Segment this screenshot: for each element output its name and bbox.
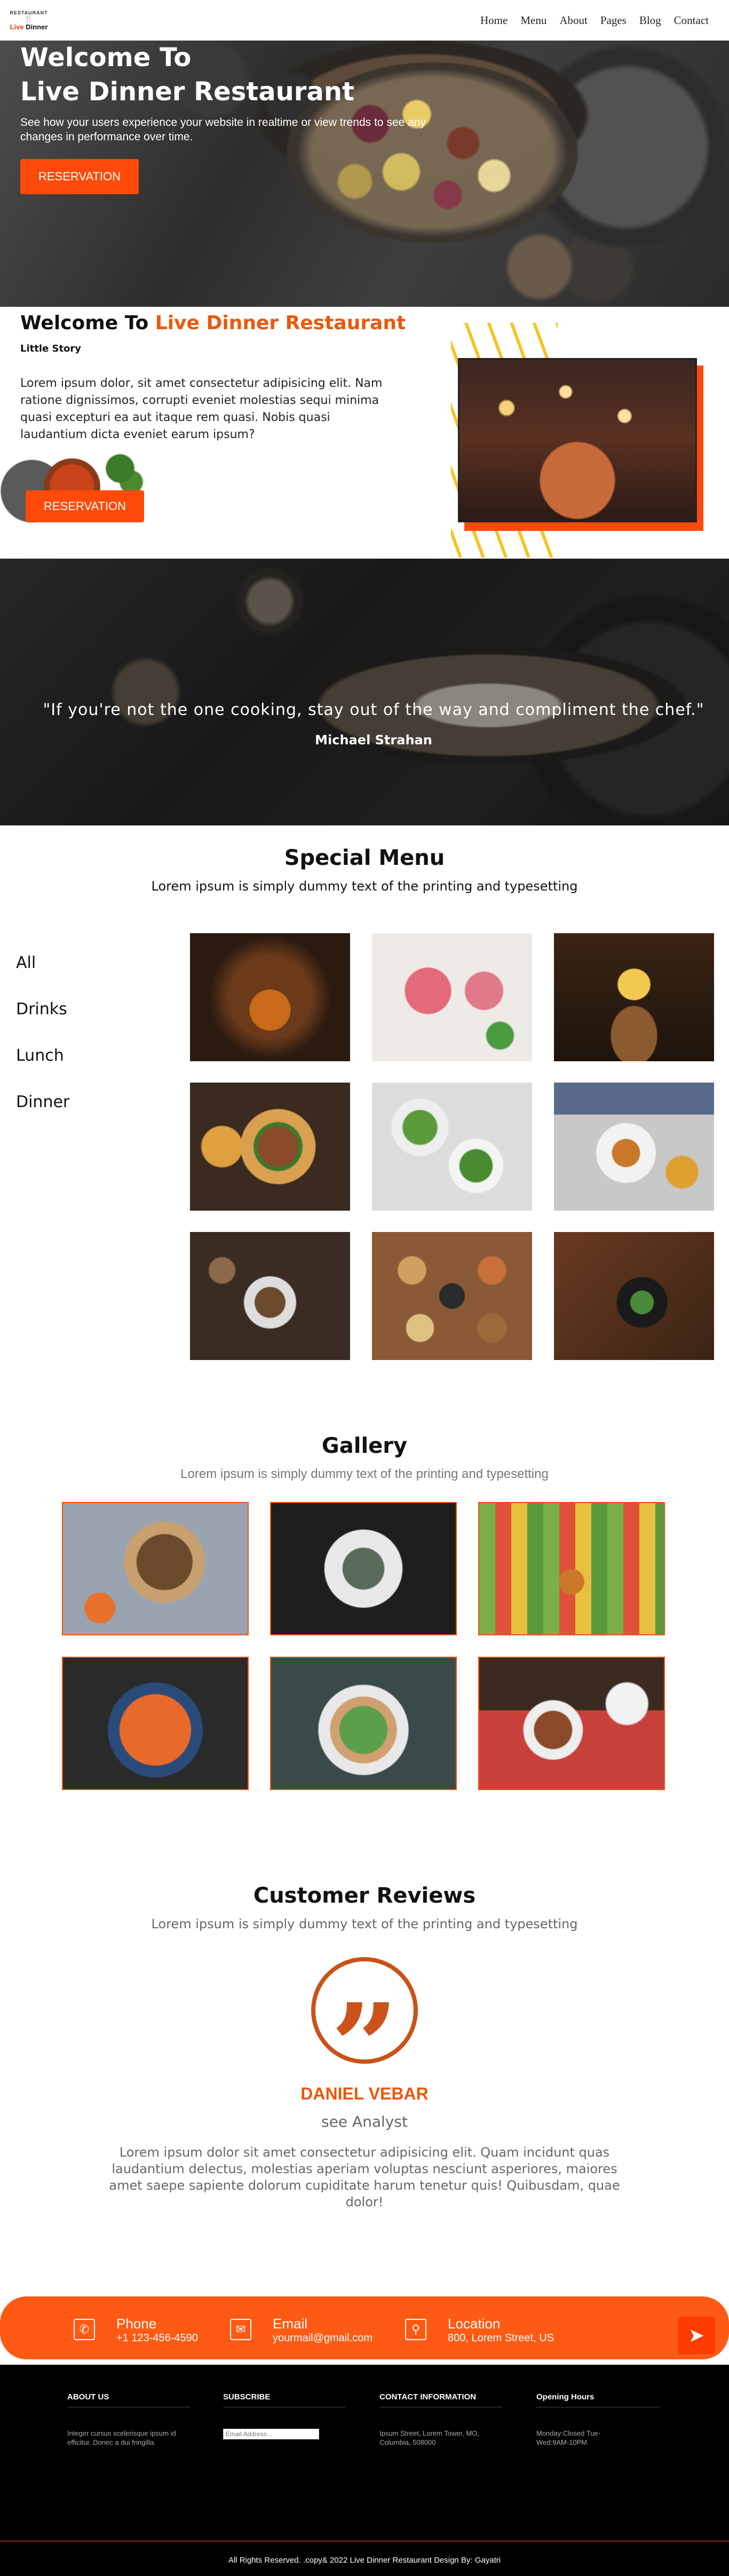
navbar: RESTAURANT 🍴 Live Dinner Home Menu About… — [0, 0, 729, 41]
phone-title: Phone — [116, 2316, 157, 2332]
special-menu-section: Special Menu Lorem ipsum is simply dummy… — [0, 825, 729, 1402]
restaurant-interior-image — [458, 358, 697, 522]
welcome-reservation-button[interactable]: RESERVATION — [26, 490, 145, 522]
menu-item-image[interactable] — [190, 933, 350, 1061]
contact-location[interactable]: ⚲ Location 800, Lorem Street, US — [405, 2316, 554, 2344]
location-title: Location — [448, 2316, 501, 2332]
footer-about-title: ABOUT US — [67, 2392, 109, 2402]
review-text: Lorem ipsum dolor sit amet consectetur a… — [109, 2145, 620, 2209]
footer-subscribe: SUBSCRIBE — [223, 2392, 346, 2439]
category-dinner[interactable]: Dinner — [16, 1093, 69, 1111]
menu-item-image[interactable] — [554, 1083, 714, 1211]
reviewer-name: DANIEL VEBAR — [300, 2084, 429, 2103]
footer-hours-text: Monday:Closed Tue-Wed:9AM-10PM — [536, 2429, 600, 2446]
nav-menu[interactable]: Menu — [520, 14, 546, 27]
email-icon: ✉ — [230, 2319, 251, 2340]
phone-icon: ✆ — [74, 2319, 95, 2340]
footer-contact-title: CONTACT INFORMATION — [379, 2392, 477, 2402]
reviews-subtitle: Lorem ipsum is simply dummy text of the … — [151, 1917, 578, 1931]
menu-item-image[interactable] — [190, 1083, 350, 1211]
special-menu-subtitle: Lorem ipsum is simply dummy text of the … — [151, 879, 578, 894]
welcome-section: Welcome To Live Dinner Restaurant Little… — [0, 307, 729, 559]
special-menu-title: Special Menu — [284, 846, 445, 870]
nav-contact[interactable]: Contact — [674, 14, 709, 27]
logo[interactable]: RESTAURANT 🍴 Live Dinner — [7, 4, 50, 37]
logo-brand: Live Dinner — [10, 22, 48, 31]
quote-section: "If you're not the one cooking, stay out… — [0, 559, 729, 825]
menu-item-image[interactable] — [372, 1083, 532, 1211]
gallery-image[interactable] — [270, 1657, 457, 1790]
logo-arc-text: RESTAURANT — [10, 10, 48, 15]
nav-blog[interactable]: Blog — [639, 14, 661, 27]
welcome-title: Welcome To Live Dinner Restaurant — [20, 312, 406, 334]
reviewer-role: see Analyst — [321, 2113, 408, 2130]
nav-pages[interactable]: Pages — [600, 14, 627, 27]
copyright-text: All Rights Reserved. .copy& 2022 Live Di… — [228, 2556, 501, 2565]
phone-value: +1 123-456-4590 — [116, 2332, 198, 2344]
location-icon: ⚲ — [405, 2319, 426, 2340]
hero-section: Welcome To Live Dinner Restaurant See ho… — [0, 41, 729, 307]
menu-grid — [190, 933, 714, 1360]
category-all[interactable]: All — [16, 953, 69, 972]
subscribe-email-input[interactable] — [223, 2429, 319, 2439]
category-lunch[interactable]: Lunch — [16, 1046, 69, 1065]
menu-item-image[interactable] — [372, 933, 532, 1061]
menu-item-image[interactable] — [554, 1232, 714, 1360]
gallery-section: Gallery Lorem ipsum is simply dummy text… — [0, 1402, 729, 1858]
contact-email[interactable]: ✉ Email yourmail@gmail.com — [230, 2316, 373, 2344]
footer-contact-text: Ipsum Street, Lorem Tower, MO, Columbia,… — [379, 2429, 479, 2446]
footer-about-text: Integer cursus scelerisque ipsum id effi… — [67, 2429, 176, 2446]
hero-subtitle: See how your users experience your websi… — [20, 116, 426, 143]
hero-title-line2: Live Dinner Restaurant — [20, 77, 354, 107]
contact-phone[interactable]: ✆ Phone +1 123-456-4590 — [74, 2316, 198, 2344]
footer-hours: Opening Hours Monday:Closed Tue-Wed:9AM-… — [536, 2392, 659, 2447]
nav-about[interactable]: About — [559, 14, 588, 27]
footer: ABOUT US Integer cursus scelerisque ipsu… — [0, 2365, 729, 2576]
menu-item-image[interactable] — [190, 1232, 350, 1360]
footer-about: ABOUT US Integer cursus scelerisque ipsu… — [67, 2392, 190, 2447]
quote-author: Michael Strahan — [315, 733, 432, 748]
contact-bar-section: ✆ Phone +1 123-456-4590 ✉ Email yourmail… — [0, 2269, 729, 2365]
category-drinks[interactable]: Drinks — [16, 1000, 69, 1019]
little-story-label: Little Story — [20, 343, 82, 354]
location-value: 800, Lorem Street, US — [448, 2332, 554, 2344]
email-title: Email — [273, 2316, 308, 2332]
gallery-subtitle: Lorem ipsum is simply dummy text of the … — [180, 1467, 549, 1481]
menu-item-image[interactable] — [554, 933, 714, 1061]
quote-text: "If you're not the one cooking, stay out… — [43, 701, 704, 719]
email-value: yourmail@gmail.com — [273, 2332, 373, 2344]
reviews-section: Customer Reviews Lorem ipsum is simply d… — [0, 1858, 729, 2269]
hero-reservation-button[interactable]: RESERVATION — [20, 159, 139, 194]
send-icon[interactable]: ➤ — [678, 2317, 715, 2354]
gallery-image[interactable] — [270, 1502, 457, 1635]
gallery-grid — [62, 1502, 665, 1790]
gallery-image[interactable] — [478, 1502, 665, 1635]
gallery-image[interactable] — [62, 1502, 249, 1635]
hero-title-line1: Welcome To — [20, 43, 192, 73]
welcome-text: Lorem ipsum dolor, sit amet consectetur … — [20, 377, 383, 441]
gallery-image[interactable] — [478, 1657, 665, 1790]
hero-title: Welcome To Live Dinner Restaurant — [20, 41, 447, 109]
gallery-image[interactable] — [62, 1657, 249, 1790]
reviews-title: Customer Reviews — [253, 1883, 476, 1908]
quote-mark-icon: ” — [311, 1957, 418, 2116]
main-menu: Home Menu About Pages Blog Contact — [480, 14, 709, 27]
footer-hours-title: Opening Hours — [536, 2392, 595, 2402]
menu-categories: All Drinks Lunch Dinner — [16, 953, 69, 1139]
nav-home[interactable]: Home — [480, 14, 508, 27]
quote-overlay — [0, 559, 729, 825]
gallery-title: Gallery — [321, 1434, 408, 1458]
footer-subscribe-title: SUBSCRIBE — [223, 2392, 271, 2402]
hero-content: Welcome To Live Dinner Restaurant See ho… — [20, 41, 447, 194]
menu-item-image[interactable] — [372, 1232, 532, 1360]
logo-cutlery-icon: 🍴 — [24, 14, 34, 23]
footer-contact: CONTACT INFORMATION Ipsum Street, Lorem … — [379, 2392, 502, 2447]
